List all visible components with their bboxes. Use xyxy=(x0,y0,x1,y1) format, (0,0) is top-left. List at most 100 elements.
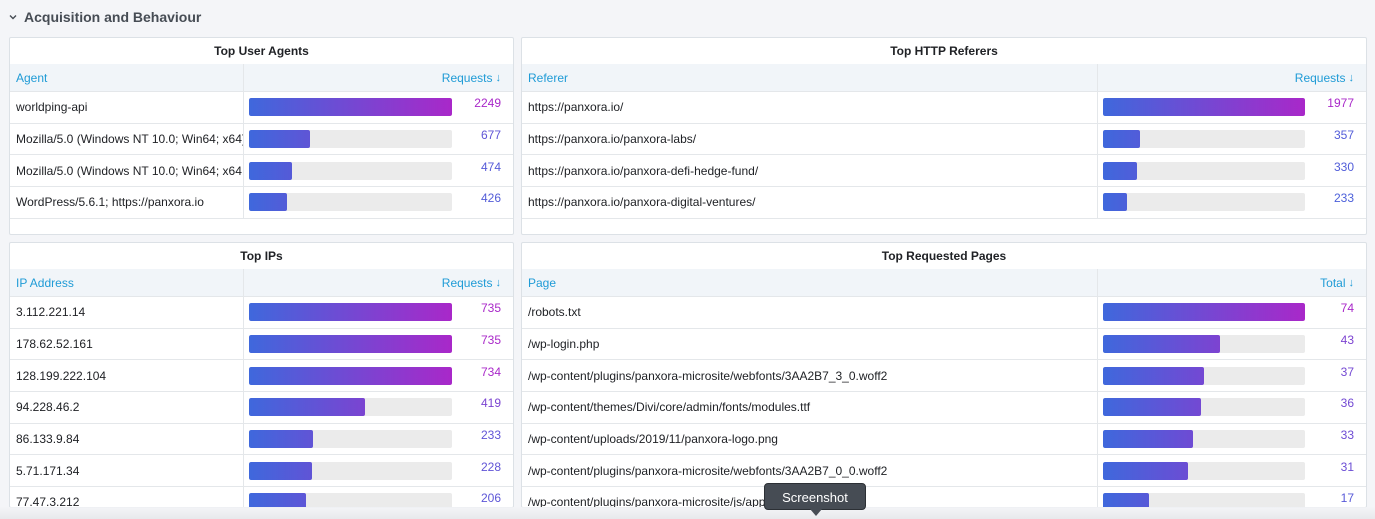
row-bar-cell: 474 xyxy=(243,155,513,187)
bar-gauge-track xyxy=(249,98,452,117)
row-bar-cell: 734 xyxy=(243,360,513,392)
bar-gauge-track xyxy=(249,366,452,385)
row-label: /wp-content/plugins/panxora-microsite/we… xyxy=(528,368,888,383)
row-value: 426 xyxy=(480,191,501,206)
bar-gauge-track xyxy=(1103,493,1305,507)
row-label: 94.228.46.2 xyxy=(16,400,80,415)
row-bar-cell: 1977 xyxy=(1097,92,1366,123)
row-value: 74 xyxy=(1340,301,1354,316)
column-header-value[interactable]: Total ↓ xyxy=(1097,269,1366,296)
bar-gauge-fill xyxy=(249,461,312,480)
table-header: Agent Requests ↓ xyxy=(10,64,513,92)
row-bar-cell: 228 xyxy=(243,455,513,487)
column-header-label[interactable]: Page xyxy=(522,269,1097,296)
row-value: 1977 xyxy=(1327,96,1354,111)
bar-gauge-track xyxy=(1103,461,1305,480)
table-header: Page Total ↓ xyxy=(522,269,1366,297)
sort-descending-icon: ↓ xyxy=(495,276,502,289)
bar-gauge-fill xyxy=(249,98,452,117)
bar-gauge-track xyxy=(1103,130,1305,149)
row-value: 357 xyxy=(1333,128,1354,143)
bar-gauge-track xyxy=(1103,98,1305,117)
table-row: Mozilla/5.0 (Windows NT 10.0; Win64; x64… xyxy=(10,155,513,188)
bar-gauge-track xyxy=(1103,430,1305,449)
row-bar-cell: 330 xyxy=(1097,155,1366,187)
row-value: 734 xyxy=(480,364,501,379)
bar-gauge-track xyxy=(249,430,452,449)
row-bar-cell: 31 xyxy=(1097,455,1366,487)
row-bar-cell: 735 xyxy=(243,328,513,360)
column-header-value[interactable]: Requests ↓ xyxy=(243,64,513,91)
row-value: 677 xyxy=(480,128,501,143)
scroll-fade xyxy=(0,507,1375,519)
row-bar-cell: 206 xyxy=(243,487,513,507)
row-value: 735 xyxy=(480,333,501,348)
bar-gauge-fill xyxy=(249,335,452,354)
table-row: /wp-content/plugins/panxora-microsite/we… xyxy=(522,455,1366,488)
row-bar-cell: 233 xyxy=(1097,187,1366,218)
row-label: https://panxora.io/panxora-digital-ventu… xyxy=(528,195,756,210)
bar-gauge-track xyxy=(249,398,452,417)
column-header-label[interactable]: IP Address xyxy=(10,269,243,296)
row-label: 77.47.3.212 xyxy=(16,495,80,508)
table-row: https://panxora.io/panxora-digital-ventu… xyxy=(522,187,1366,219)
row-bar-cell: 419 xyxy=(243,392,513,423)
table-row: 128.199.222.104 734 xyxy=(10,360,513,393)
bar-gauge-track xyxy=(249,303,452,322)
bar-gauge-track xyxy=(1103,398,1305,417)
column-header-value-label: Requests xyxy=(1294,70,1346,85)
panel-top-requested-pages: Top Requested Pages Page Total ↓/robots.txt… xyxy=(521,242,1367,508)
table-row: 94.228.46.2 419 xyxy=(10,392,513,424)
row-title: Acquisition and Behaviour xyxy=(24,9,202,25)
bar-gauge-fill xyxy=(1103,98,1305,117)
row-label: 3.112.221.14 xyxy=(16,305,86,320)
sort-descending-icon: ↓ xyxy=(495,71,502,84)
bar-gauge-track xyxy=(249,493,452,507)
row-bar-cell: 357 xyxy=(1097,123,1366,155)
panel-title: Top Requested Pages xyxy=(881,249,1007,263)
column-header-value[interactable]: Requests ↓ xyxy=(243,269,513,296)
bar-gauge-fill xyxy=(1103,161,1137,180)
bar-gauge-fill xyxy=(249,161,292,180)
sort-descending-icon: ↓ xyxy=(1348,276,1355,289)
row-label: 128.199.222.104 xyxy=(16,368,107,383)
bar-gauge-fill xyxy=(1103,303,1305,322)
column-header-label[interactable]: Referer xyxy=(522,64,1097,91)
row-bar-cell: 33 xyxy=(1097,423,1366,455)
bar-gauge-track xyxy=(249,193,452,212)
bar-gauge-track xyxy=(249,161,452,180)
bar-gauge-fill xyxy=(249,430,314,449)
row-label: Mozilla/5.0 (Windows NT 10.0; Win64; x64… xyxy=(16,132,243,147)
column-header-label[interactable]: Agent xyxy=(10,64,243,91)
row-bar-cell: 36 xyxy=(1097,392,1366,423)
row-value: 33 xyxy=(1340,428,1354,443)
row-value: 233 xyxy=(480,428,501,443)
table-row: /wp-content/plugins/panxora-microsite/js… xyxy=(522,487,1366,507)
panel-title: Top HTTP Referers xyxy=(890,44,998,58)
table-row: https://panxora.io/panxora-defi-hedge-fu… xyxy=(522,155,1366,188)
table-row: 178.62.52.161 735 xyxy=(10,328,513,361)
screenshot-tooltip: Screenshot xyxy=(764,483,866,516)
bar-gauge-track xyxy=(1103,303,1305,322)
bar-gauge-fill xyxy=(1103,430,1194,449)
column-header-value[interactable]: Requests ↓ xyxy=(1097,64,1366,91)
row-bar-cell: 43 xyxy=(1097,328,1366,360)
table-row: /wp-content/uploads/2019/11/panxora-logo… xyxy=(522,423,1366,456)
table-row: /wp-content/plugins/panxora-microsite/we… xyxy=(522,360,1366,393)
bar-gauge-fill xyxy=(1103,193,1127,212)
row-bar-cell: 74 xyxy=(1097,297,1366,328)
row-bar-cell: 233 xyxy=(243,423,513,455)
row-label: 86.133.9.84 xyxy=(16,432,80,447)
row-label: https://panxora.io/panxora-labs/ xyxy=(528,132,697,147)
panel-top-user-agents: Top User Agents Agent Requests ↓ worldping-a… xyxy=(9,37,514,235)
column-header-value-label: Requests xyxy=(441,275,493,290)
row-bar-cell: 2249 xyxy=(243,92,513,123)
bar-gauge-fill xyxy=(249,366,452,385)
table-row: /wp-content/themes/Divi/core/admin/fonts… xyxy=(522,392,1366,424)
row-collapse-toggle[interactable]: Acquisition and Behaviour xyxy=(8,6,201,28)
row-bar-cell: 735 xyxy=(243,297,513,328)
table-row: https://panxora.io/panxora-labs/357 xyxy=(522,123,1366,156)
bar-gauge-fill xyxy=(249,398,365,417)
table-header: Referer Requests ↓ xyxy=(522,64,1366,92)
row-value: 419 xyxy=(480,396,501,411)
